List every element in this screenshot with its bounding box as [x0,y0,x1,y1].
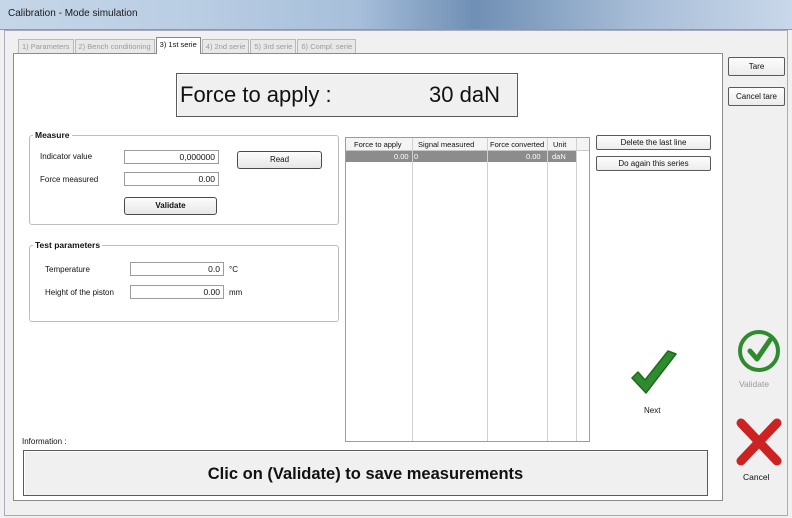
cancel-tare-button[interactable]: Cancel tare [728,87,785,106]
col-unit[interactable]: Unit [553,140,566,149]
tab-1st-serie[interactable]: 3) 1st serie [155,37,201,54]
measurements-table[interactable]: Force to apply Signal measured Force con… [345,137,590,442]
table-header: Force to apply Signal measured Force con… [346,138,589,151]
tab-2nd-serie[interactable]: 4) 2nd serie [201,39,250,53]
indicator-value-field[interactable]: 0,000000 [124,150,219,164]
column-divider [576,138,577,441]
cell-signal-measured: 0 [414,152,419,161]
information-message: Clic on (Validate) to save measurements [23,450,708,496]
tare-button[interactable]: Tare [728,57,785,76]
temperature-field[interactable]: 0.0 [130,262,224,276]
cell-unit: daN [552,152,566,161]
indicator-value-label: Indicator value [40,152,93,161]
temperature-unit: °C [229,265,238,274]
measure-legend: Measure [35,130,70,140]
delete-last-line-button[interactable]: Delete the last line [596,135,711,150]
column-divider [547,138,548,441]
next-label: Next [644,406,661,415]
validate-label: Validate [739,379,770,389]
window-title: Calibration - Mode simulation [8,8,138,19]
tab-bar: 1) Parameters 2) Bench conditioning 3) 1… [18,37,357,54]
col-signal-measured[interactable]: Signal measured [418,140,474,149]
read-button[interactable]: Read [237,151,322,169]
do-again-series-button[interactable]: Do again this series [596,156,711,171]
cancel-label: Cancel [743,472,770,482]
height-label: Height of the piston [45,288,114,297]
test-parameters-group: Test parameters [29,240,339,322]
information-label: Information : [22,437,67,446]
force-to-apply-label: Force to apply : [180,82,332,107]
force-to-apply-value: 30 daN [429,82,500,107]
height-unit: mm [229,288,243,297]
temperature-label: Temperature [45,265,90,274]
red-x-icon [736,418,782,466]
tab-bench-conditioning[interactable]: 2) Bench conditioning [74,39,155,53]
validate-measure-button[interactable]: Validate [124,197,217,215]
cell-force-to-apply: 0.00 [394,152,409,161]
force-measured-label: Force measured [40,175,99,184]
table-row[interactable]: 0.00 0 0.00 daN [346,151,576,162]
circle-check-icon [738,330,780,372]
tab-3rd-serie[interactable]: 5) 3rd serie [250,39,297,53]
next-button[interactable]: Next [624,348,684,420]
force-to-apply-display: Force to apply : 30 daN [176,73,518,117]
column-divider [412,138,413,441]
force-measured-field[interactable]: 0.00 [124,172,219,186]
cell-force-converted: 0.00 [526,152,541,161]
cancel-button[interactable]: Cancel [733,413,785,485]
col-force-to-apply[interactable]: Force to apply [354,140,402,149]
height-field[interactable]: 0.00 [130,285,224,299]
col-force-converted[interactable]: Force converted [490,140,544,149]
tab-parameters[interactable]: 1) Parameters [18,39,74,53]
test-parameters-legend: Test parameters [35,240,101,250]
column-divider [487,138,488,441]
tab-compl-serie[interactable]: 6) Compl. serie [297,39,357,53]
validate-button[interactable]: Validate [733,328,785,398]
checkmark-icon [631,350,677,394]
window-titlebar: Calibration - Mode simulation [0,0,792,30]
